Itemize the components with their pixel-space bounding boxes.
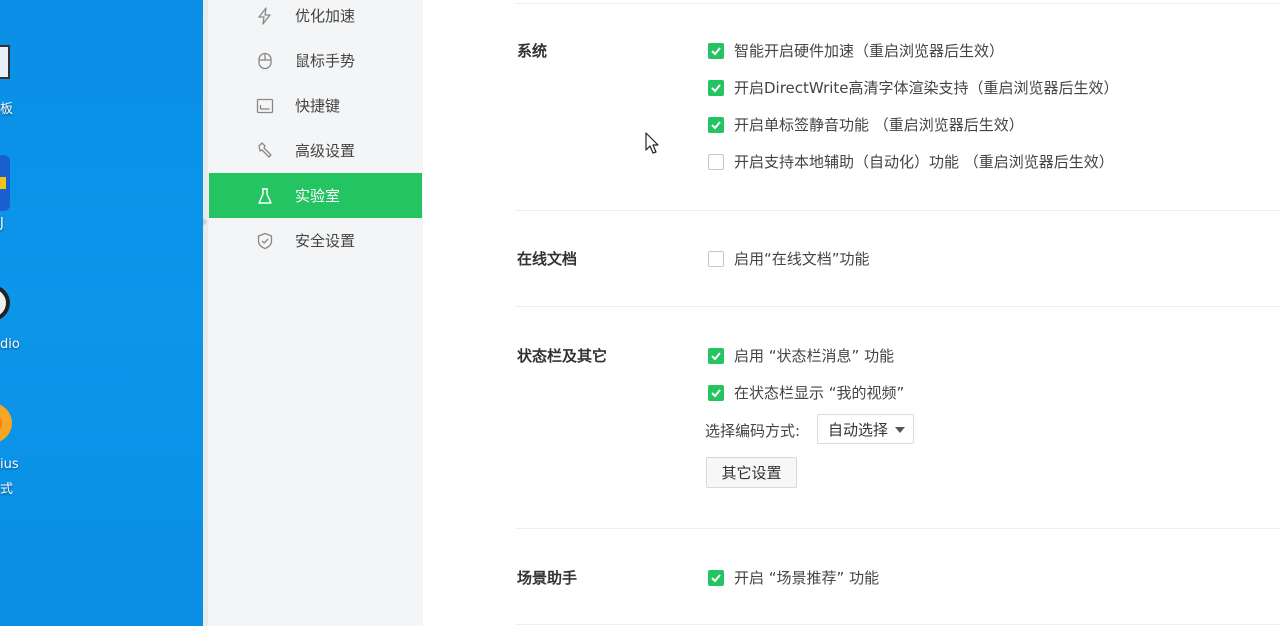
sidebar-item-label: 优化加速: [295, 7, 356, 25]
desktop-icon-label: ius: [0, 457, 19, 472]
sidebar-item-label: 安全设置: [295, 232, 356, 250]
mouse-cursor-icon: [645, 132, 661, 160]
checkbox-checked[interactable]: [708, 42, 724, 59]
encoding-select-value: 自动选择: [828, 420, 889, 439]
app-icon[interactable]: [0, 400, 12, 446]
option-label: 开启 “场景推荐” 功能: [734, 569, 880, 587]
hardware-accel-checkbox[interactable]: 智能开启硬件加速（重启浏览器后生效）: [708, 40, 1004, 61]
local-automation-checkbox[interactable]: 开启支持本地辅助（自动化）功能 （重启浏览器后生效）: [708, 151, 1114, 172]
mouse-icon: [255, 51, 275, 71]
settings-sidebar: 优化加速 鼠标手势 快捷键 高级设置 实验室 安全设置: [208, 0, 423, 626]
option-label: 开启单标签静音功能 （重启浏览器后生效）: [734, 116, 1024, 134]
encoding-label: 选择编码方式:: [705, 422, 801, 440]
checkbox-unchecked[interactable]: [708, 250, 724, 267]
option-label: 在状态栏显示 “我的视频”: [734, 384, 905, 402]
scene-recommend-checkbox[interactable]: 开启 “场景推荐” 功能: [708, 567, 879, 588]
section-divider: [515, 528, 1280, 529]
option-label: 开启支持本地辅助（自动化）功能 （重启浏览器后生效）: [734, 153, 1114, 171]
sidebar-item-label: 高级设置: [295, 142, 356, 160]
sidebar-item-speed[interactable]: 优化加速: [209, 0, 422, 38]
tab-mute-checkbox[interactable]: 开启单标签静音功能 （重启浏览器后生效）: [708, 114, 1024, 135]
flask-icon: [255, 186, 275, 206]
sidebar-item-mouse-gesture[interactable]: 鼠标手势: [209, 38, 422, 83]
section-divider: [515, 624, 1280, 625]
desktop-icon-label: J: [0, 216, 4, 231]
section-title-online-docs: 在线文档: [517, 250, 578, 268]
sidebar-item-label: 快捷键: [295, 97, 341, 115]
sidebar-item-label: 鼠标手势: [295, 52, 356, 70]
my-videos-checkbox[interactable]: 在状态栏显示 “我的视频”: [708, 382, 904, 403]
sidebar-item-advanced[interactable]: 高级设置: [209, 128, 422, 173]
sidebar-item-shortcuts[interactable]: 快捷键: [209, 83, 422, 128]
checkbox-unchecked[interactable]: [708, 153, 724, 170]
option-label: 智能开启硬件加速（重启浏览器后生效）: [734, 42, 1005, 60]
wrench-icon: [255, 141, 275, 161]
section-divider: [515, 3, 1280, 4]
desktop-icon-label: dio: [0, 337, 20, 352]
directwrite-checkbox[interactable]: 开启DirectWrite高清字体渲染支持（重启浏览器后生效）: [708, 77, 1119, 98]
sidebar-item-lab[interactable]: 实验室: [209, 173, 422, 218]
option-label: 启用“在线文档”功能: [734, 250, 870, 268]
checkbox-checked[interactable]: [708, 384, 724, 401]
encoding-select[interactable]: 自动选择: [817, 414, 914, 444]
section-divider: [515, 306, 1280, 307]
chevron-down-icon: [895, 427, 905, 433]
checkbox-checked[interactable]: [708, 347, 724, 364]
sidebar-item-security[interactable]: 安全设置: [209, 218, 422, 263]
section-divider: [515, 210, 1280, 211]
section-title-statusbar: 状态栏及其它: [517, 347, 608, 365]
window-icon[interactable]: [0, 44, 12, 80]
option-label: 开启DirectWrite高清字体渲染支持（重启浏览器后生效）: [734, 79, 1119, 97]
online-docs-checkbox[interactable]: 启用“在线文档”功能: [708, 248, 870, 269]
option-label: 启用 “状态栏消息” 功能: [734, 347, 895, 365]
app-icon[interactable]: [0, 155, 12, 211]
desktop-icon-label: 式: [0, 482, 14, 497]
lightning-icon: [255, 6, 275, 26]
section-title-scene: 场景助手: [517, 569, 578, 587]
keyboard-icon: [255, 96, 275, 116]
desktop-background: 板 J dio ius 式: [0, 0, 203, 626]
section-title-system: 系统: [517, 42, 548, 60]
settings-content: 系统 智能开启硬件加速（重启浏览器后生效） 开启DirectWrite高清字体渲…: [423, 0, 1280, 626]
statusbar-message-checkbox[interactable]: 启用 “状态栏消息” 功能: [708, 345, 894, 366]
shield-icon: [255, 231, 275, 251]
desktop-icon-label: 板: [0, 102, 14, 117]
checkbox-checked[interactable]: [708, 79, 724, 96]
disc-icon[interactable]: [0, 283, 12, 323]
sidebar-item-label: 实验室: [295, 187, 341, 205]
other-settings-button[interactable]: 其它设置: [706, 457, 797, 488]
sidebar-collapse-handle[interactable]: [203, 218, 207, 226]
checkbox-checked[interactable]: [708, 569, 724, 586]
checkbox-checked[interactable]: [708, 116, 724, 133]
